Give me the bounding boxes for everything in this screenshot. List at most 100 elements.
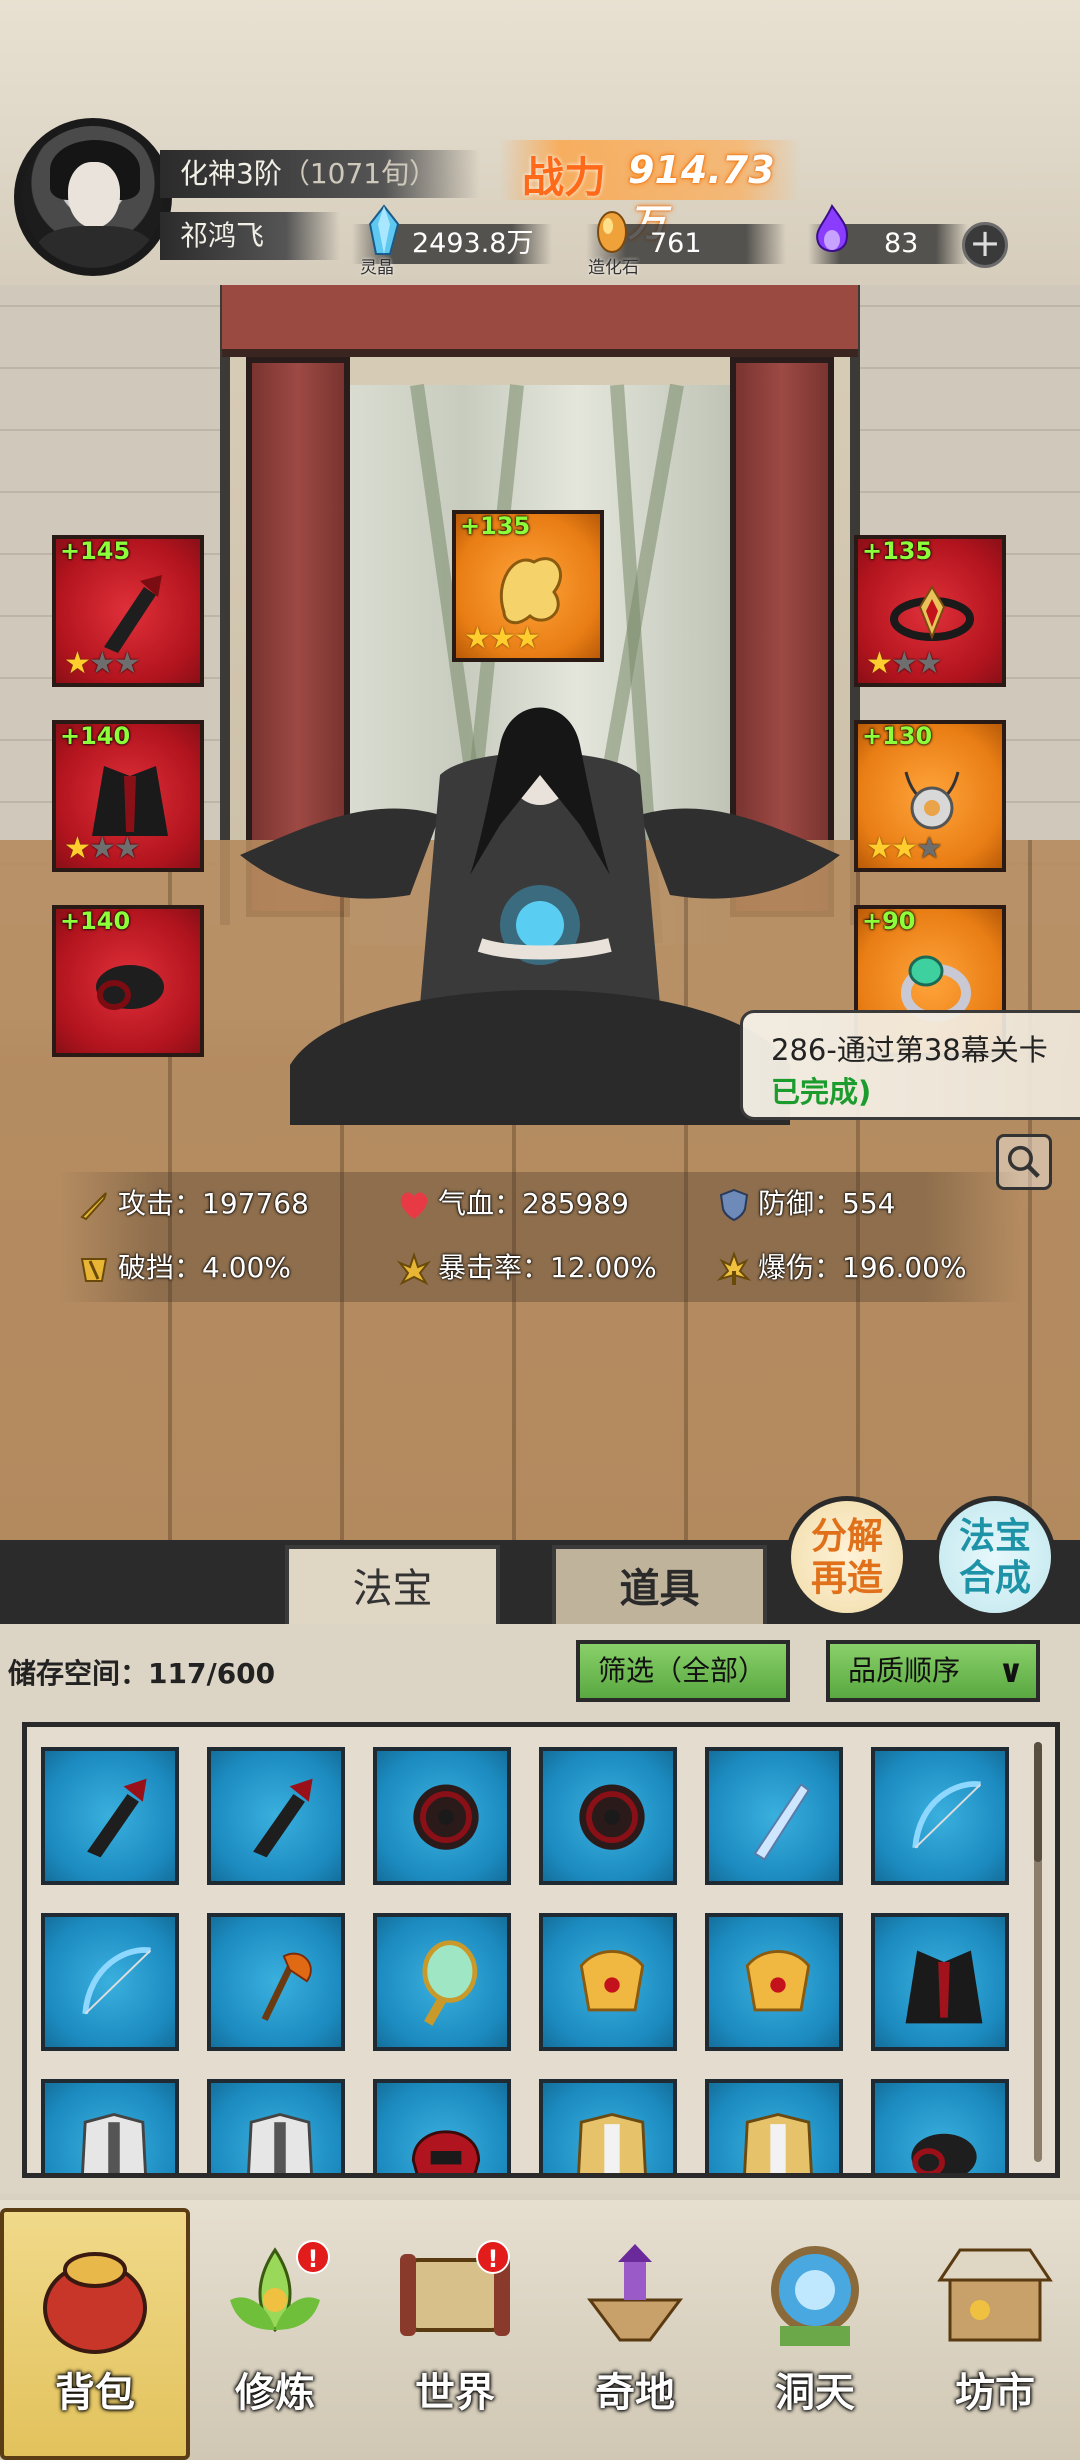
inventory-item[interactable] — [539, 1747, 677, 1885]
equip-slot-headwear[interactable]: +135 ★★★ — [854, 535, 1006, 687]
treasure-synthesis-button[interactable]: 法宝 合成 — [934, 1496, 1056, 1618]
inventory-item[interactable] — [207, 1747, 345, 1885]
inventory-item[interactable] — [539, 1913, 677, 2051]
gold-armor-icon — [577, 2113, 647, 2173]
ice-bow-icon — [82, 1947, 152, 2015]
ice-sword-icon — [753, 1783, 811, 1861]
slot-level: +135 — [460, 512, 531, 540]
resource-caption: 造化石 — [588, 258, 639, 278]
inventory-scrollbar[interactable] — [1034, 1742, 1042, 2162]
equip-slot-necklace[interactable]: +130 ★★★ — [854, 720, 1006, 872]
inventory-item[interactable] — [373, 2079, 511, 2173]
player-name: 祁鸿飞 — [160, 212, 340, 260]
inventory-item[interactable] — [207, 1913, 345, 2051]
nav-item-scroll-map[interactable]: 世界! — [370, 2210, 540, 2450]
nav-item-lotus[interactable]: 修炼! — [190, 2210, 360, 2450]
filter-dropdown[interactable]: 筛选（全部） — [576, 1640, 790, 1702]
fire-axe-icon — [261, 1952, 312, 2022]
slot-level: +130 — [862, 722, 933, 750]
slot-level: +140 — [60, 907, 131, 935]
equip-slot-armor[interactable]: +140 ★★★ — [52, 720, 204, 872]
stat-value: 285989 — [522, 1187, 629, 1220]
inventory-item[interactable] — [373, 1913, 511, 2051]
dark-blade-icon — [87, 1778, 147, 1858]
inventory-item[interactable] — [373, 1747, 511, 1885]
slot-stars: ★★★ — [866, 831, 943, 866]
scroll-thumb[interactable] — [1034, 1742, 1042, 1862]
inventory-item[interactable] — [871, 1913, 1009, 2051]
spiked-wheel-icon — [579, 1784, 645, 1850]
white-armor-icon — [247, 2113, 313, 2173]
nav-label: 坊市 — [955, 2369, 1035, 2416]
stat-break-guard: 破挡：4.00% — [76, 1248, 291, 1288]
equip-slot-treasure[interactable]: +135 ★★★ — [452, 510, 604, 662]
crit-damage-icon — [716, 1251, 752, 1285]
dark-robe-icon — [905, 1950, 983, 2024]
inventory-item[interactable] — [705, 1747, 843, 1885]
inventory-item[interactable] — [871, 1747, 1009, 1885]
nav-item-bag[interactable]: 背包 — [10, 2210, 180, 2450]
sort-dropdown[interactable]: 品质顺序 ∨ — [826, 1640, 1040, 1702]
resource-value: 2493.8万 — [412, 228, 534, 259]
add-resource-button[interactable]: + — [962, 222, 1008, 268]
crimson-helm-icon — [411, 2130, 481, 2173]
equip-slot-weapon[interactable]: +145 ★★★ — [52, 535, 204, 687]
inventory-item[interactable] — [871, 2079, 1009, 2173]
stat-label: 防御： — [758, 1187, 843, 1220]
slot-level: +145 — [60, 537, 131, 565]
age-label: （1071旬） — [281, 157, 438, 190]
realm-label: 化神3阶 — [180, 157, 282, 190]
heart-icon — [400, 1192, 428, 1219]
button-line: 再造 — [810, 1557, 883, 1599]
nav-item-floating-island[interactable]: 奇地 — [550, 2210, 720, 2450]
inventory-item[interactable] — [41, 1747, 179, 1885]
realm-bar: 化神3阶（1071旬） — [160, 150, 480, 198]
equip-slot-bracer[interactable]: +140 — [52, 905, 204, 1057]
bag-icon — [43, 2252, 147, 2354]
nav-label: 修炼 — [235, 2369, 315, 2416]
slot-level: +90 — [862, 907, 916, 935]
market-stall-icon — [937, 2248, 1053, 2342]
nav-item-market-stall[interactable]: 坊市 — [910, 2210, 1080, 2450]
nav-item-portal[interactable]: 洞天 — [730, 2210, 900, 2450]
tab-treasures[interactable]: 法宝 — [285, 1545, 500, 1625]
resource-value: 83 — [884, 228, 919, 259]
power-label: 战力 — [522, 153, 607, 202]
quest-tracker[interactable]: 286-通过第38幕关卡 已完成) — [740, 1010, 1080, 1120]
quest-title: 286-通过第38幕关卡 — [771, 1033, 1048, 1067]
jade-mirror-icon — [422, 1940, 478, 2026]
chevron-down-icon: ∨ — [998, 1652, 1024, 1690]
tab-items[interactable]: 道具 — [552, 1545, 767, 1625]
player-avatar[interactable] — [14, 118, 172, 276]
shadow-bracer-icon — [96, 965, 164, 1010]
white-armor-icon — [81, 2113, 147, 2173]
stat-value: 196.00% — [842, 1251, 967, 1284]
door-beam — [222, 285, 858, 357]
stat-label: 气血： — [438, 1187, 523, 1220]
break-guard-icon — [80, 1258, 108, 1282]
inventory-item[interactable] — [705, 1913, 843, 2051]
purple-flame-icon — [816, 204, 848, 252]
golden-mask-icon — [579, 1950, 645, 2012]
resource-caption: 灵晶 — [360, 258, 394, 278]
inventory-item[interactable] — [207, 2079, 345, 2173]
capacity-label: 储存空间： — [8, 1657, 149, 1690]
quest-status: 已完成) — [771, 1075, 872, 1109]
stat-label: 爆伤： — [758, 1251, 843, 1284]
inventory-item[interactable] — [41, 1913, 179, 2051]
shield-icon — [719, 1188, 749, 1222]
stats-panel: 攻击：197768 气血：285989 防御：554 破挡：4.00% 暴击率：… — [60, 1172, 1020, 1302]
inventory-item[interactable] — [539, 2079, 677, 2173]
decompose-remake-button[interactable]: 分解 再造 — [786, 1496, 908, 1618]
slot-stars: ★★★ — [64, 831, 141, 866]
inventory-item[interactable] — [705, 2079, 843, 2173]
tab-bar — [0, 1540, 1080, 1624]
stat-crit-damage: 爆伤：196.00% — [716, 1248, 967, 1288]
shadow-bracer-icon — [911, 2133, 977, 2173]
button-line: 合成 — [958, 1557, 1031, 1599]
capacity-value: 117/600 — [148, 1657, 276, 1690]
crit-rate-icon — [396, 1251, 432, 1286]
spiked-wheel-icon — [413, 1784, 479, 1850]
inventory-item[interactable] — [41, 2079, 179, 2173]
inventory-grid[interactable] — [22, 1722, 1060, 2178]
